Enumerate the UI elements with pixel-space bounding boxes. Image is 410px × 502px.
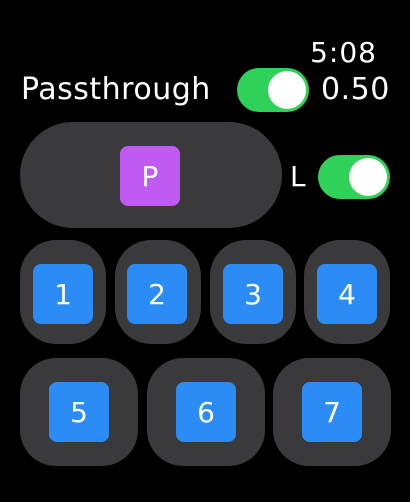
button-1[interactable]: 1 [33, 264, 93, 324]
button-4[interactable]: 4 [317, 264, 377, 324]
button-6[interactable]: 6 [176, 382, 236, 442]
button-3[interactable]: 3 [223, 264, 283, 324]
toggle-knob [268, 71, 306, 109]
button-5[interactable]: 5 [49, 382, 109, 442]
passthrough-toggle[interactable] [237, 68, 309, 112]
clock-time: 5:08 [310, 36, 377, 69]
l-toggle-label: L [290, 160, 306, 193]
passthrough-value: 0.50 [321, 72, 390, 107]
button-7[interactable]: 7 [302, 382, 362, 442]
passthrough-label: Passthrough [21, 72, 211, 107]
p-button[interactable]: P [120, 146, 180, 206]
button-2[interactable]: 2 [127, 264, 187, 324]
l-toggle[interactable] [318, 155, 390, 199]
toggle-knob [349, 158, 387, 196]
